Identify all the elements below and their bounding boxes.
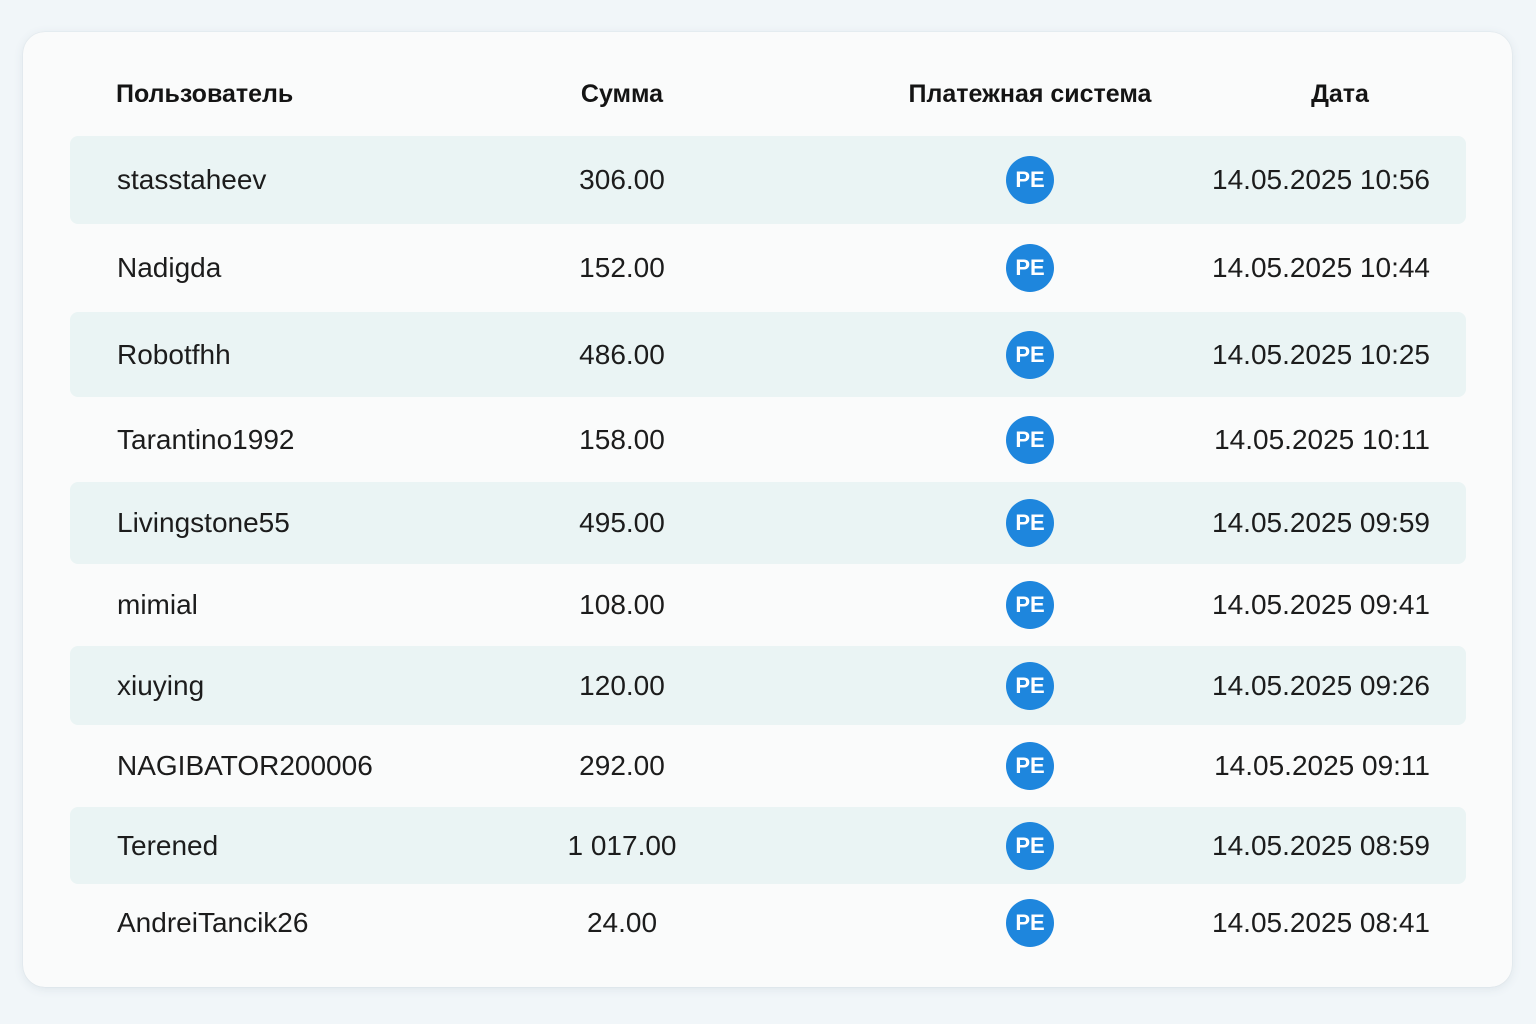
column-header-date[interactable]: Дата [1311, 80, 1369, 109]
table-row[interactable]: Nadigda 152.00 PE 14.05.2025 10:44 [70, 224, 1466, 312]
payeer-badge-icon: PE [1006, 156, 1054, 204]
cell-date: 14.05.2025 08:41 [1212, 906, 1430, 938]
cell-amount: 486.00 [579, 338, 665, 370]
cell-amount: 152.00 [579, 252, 665, 283]
payeer-badge-icon: PE [1006, 244, 1054, 292]
column-header-user[interactable]: Пользователь [116, 80, 293, 109]
cell-user: Terened [117, 829, 219, 861]
cell-user: NAGIBATOR200006 [117, 750, 373, 781]
payeer-badge-icon: PE [1006, 821, 1054, 870]
cell-user: Livingstone55 [117, 507, 290, 538]
cell-user: xiuying [117, 669, 205, 701]
table-row[interactable]: NAGIBATOR200006 292.00 PE 14.05.2025 09:… [70, 725, 1466, 807]
column-header-system[interactable]: Платежная система [909, 80, 1152, 109]
cell-date: 14.05.2025 09:11 [1214, 750, 1430, 781]
payeer-badge-icon: PE [1006, 415, 1054, 464]
cell-user: mimial [117, 589, 198, 620]
cell-date: 14.05.2025 09:59 [1212, 507, 1430, 538]
table-header: Пользователь Сумма Платежная система Дат… [23, 32, 1512, 132]
payments-card: Пользователь Сумма Платежная система Дат… [23, 32, 1512, 987]
payeer-badge-icon: PE [1006, 661, 1054, 710]
cell-amount: 306.00 [579, 164, 665, 195]
payeer-badge-icon: PE [1006, 499, 1054, 547]
table-row[interactable]: Terened 1 017.00 PE 14.05.2025 08:59 [70, 807, 1466, 884]
cell-user: AndreiTancik26 [117, 906, 309, 938]
cell-amount: 292.00 [579, 750, 665, 781]
cell-date: 14.05.2025 10:44 [1212, 252, 1430, 283]
cell-amount: 24.00 [586, 906, 658, 938]
cell-date: 14.05.2025 10:56 [1212, 164, 1430, 195]
cell-amount: 158.00 [579, 423, 665, 455]
cell-amount: 120.00 [579, 669, 665, 701]
column-header-amount[interactable]: Сумма [581, 80, 663, 109]
table-row[interactable]: Livingstone55 495.00 PE 14.05.2025 09:59 [70, 482, 1466, 564]
cell-user: stasstaheev [117, 164, 267, 195]
cell-date: 14.05.2025 10:11 [1214, 423, 1430, 455]
table-row[interactable]: stasstaheev 306.00 PE 14.05.2025 10:56 [70, 136, 1466, 224]
cell-date: 14.05.2025 09:41 [1212, 589, 1430, 620]
cell-amount: 495.00 [579, 507, 665, 538]
cell-user: Tarantino1992 [117, 423, 295, 455]
payeer-badge-icon: PE [1006, 742, 1054, 790]
table-body: stasstaheev 306.00 PE 14.05.2025 10:56 N… [70, 136, 1466, 961]
cell-date: 14.05.2025 09:26 [1212, 669, 1430, 701]
cell-date: 14.05.2025 08:59 [1212, 829, 1430, 861]
payeer-badge-icon: PE [1006, 581, 1054, 629]
cell-user: Nadigda [117, 252, 222, 283]
table-row[interactable]: xiuying 120.00 PE 14.05.2025 09:26 [70, 646, 1466, 725]
cell-amount: 1 017.00 [567, 829, 677, 861]
payeer-badge-icon: PE [1006, 330, 1054, 379]
table-row[interactable]: Robotfhh 486.00 PE 14.05.2025 10:25 [70, 312, 1466, 397]
cell-user: Robotfhh [117, 338, 231, 370]
cell-date: 14.05.2025 10:25 [1212, 338, 1430, 370]
payeer-badge-icon: PE [1006, 898, 1054, 947]
table-row[interactable]: Tarantino1992 158.00 PE 14.05.2025 10:11 [70, 397, 1466, 482]
table-row[interactable]: AndreiTancik26 24.00 PE 14.05.2025 08:41 [70, 884, 1466, 961]
cell-amount: 108.00 [579, 589, 665, 620]
table-row[interactable]: mimial 108.00 PE 14.05.2025 09:41 [70, 564, 1466, 646]
